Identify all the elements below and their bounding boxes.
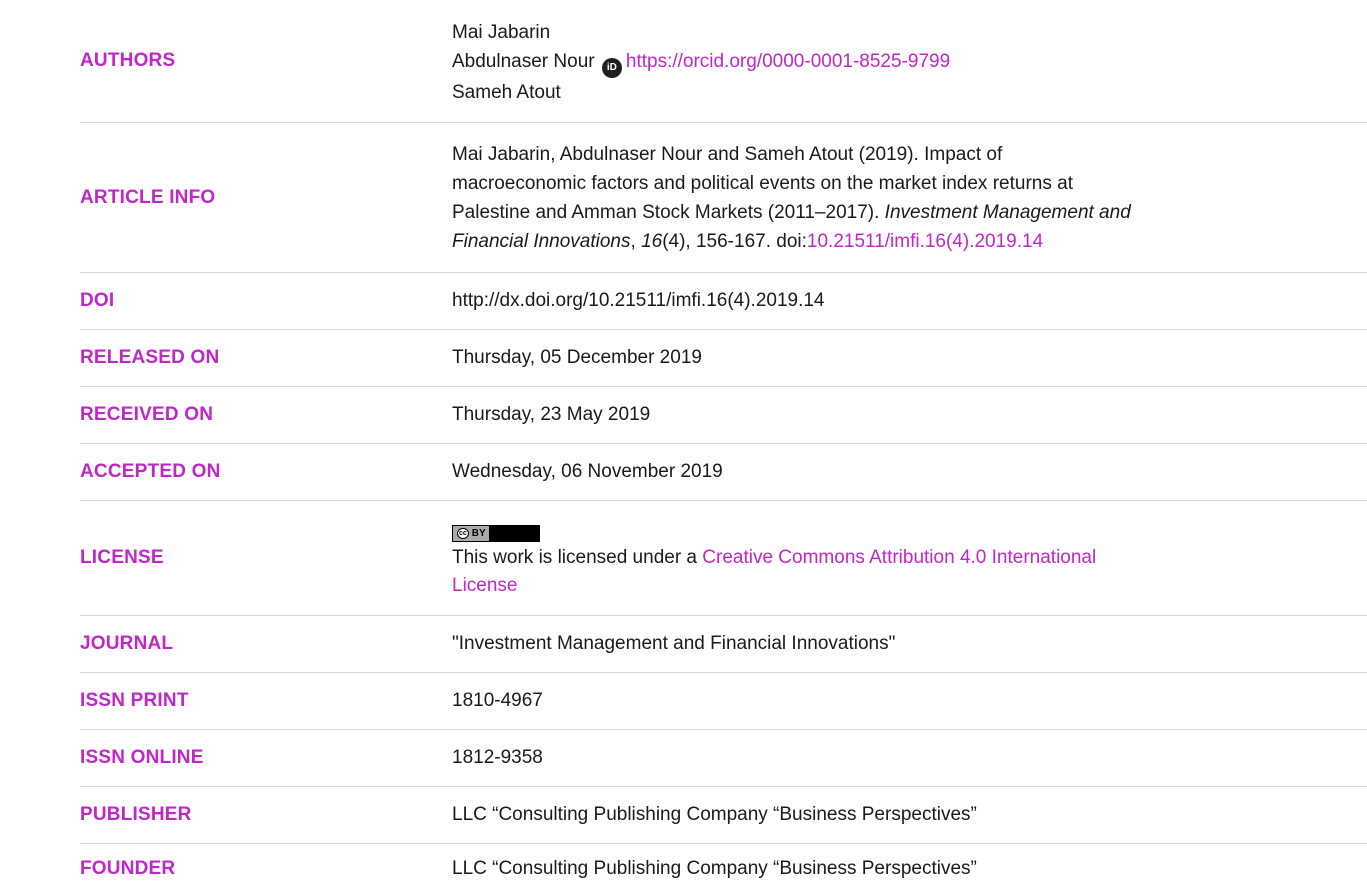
cc-by-badge[interactable]: cc BY (452, 516, 1361, 544)
author-name: Mai Jabarin (452, 21, 551, 43)
released-on-value: Thursday, 05 December 2019 (452, 347, 702, 368)
license-label: LICENSE (80, 547, 164, 568)
author-with-orcid: Abdulnaser Nour iD https://orcid.org/0000… (452, 47, 1361, 78)
founder-value: LLC “Consulting Publishing Company “Busi… (452, 858, 977, 879)
citation-text: Palestine and Amman Stock Markets (2011–… (452, 201, 885, 223)
license-row: LICENSE cc BY This work is licensed under… (80, 501, 1367, 616)
received-on-row: RECEIVED ON Thursday, 23 May 2019 (80, 387, 1367, 444)
doi-value: http://dx.doi.org/10.21511/imfi.16(4).20… (452, 290, 825, 311)
authors-list: Mai Jabarin Abdulnaser Nour iD https://or… (452, 0, 1367, 122)
citation-doi-link[interactable]: 10.21511/imfi.16(4).2019.14 (807, 231, 1043, 252)
doi-row: DOI http://dx.doi.org/10.21511/imfi.16(4… (80, 273, 1367, 330)
received-on-value: Thursday, 23 May 2019 (452, 404, 651, 425)
by-text: BY (471, 528, 486, 539)
author-name: Sameh Atout (452, 81, 561, 103)
cc-icon: cc (457, 528, 469, 539)
issn-online-row: ISSN ONLINE 1812-9358 (80, 730, 1367, 787)
received-on-label: RECEIVED ON (80, 404, 214, 425)
citation-line: Financial Innovations, 16(4), 156-167. d… (452, 227, 1361, 256)
founder-label: FOUNDER (80, 858, 176, 879)
citation-volume: 16 (641, 230, 663, 252)
publisher-value: LLC “Consulting Publishing Company “Busi… (452, 804, 977, 825)
article-info-row: ARTICLE INFO Mai Jabarin, Abdulnaser Nou… (80, 123, 1367, 273)
article-citation: Mai Jabarin, Abdulnaser Nour and Sameh A… (452, 123, 1367, 272)
issn-online-label: ISSN ONLINE (80, 747, 204, 768)
license-text-line: This work is licensed under a Creative C… (452, 544, 1361, 572)
journal-row: JOURNAL "Investment Management and Finan… (80, 616, 1367, 673)
orcid-link[interactable]: https://orcid.org/0000-0001-8525-9799 (626, 51, 950, 72)
accepted-on-value: Wednesday, 06 November 2019 (452, 461, 723, 482)
article-info-label: ARTICLE INFO (80, 186, 216, 208)
citation-text: (4), 156-167. doi: (662, 230, 807, 252)
citation-line: macroeconomic factors and political even… (452, 172, 1073, 194)
citation-journal: Financial Innovations (452, 230, 631, 252)
license-link[interactable]: Creative Commons Attribution 4.0 Interna… (702, 547, 1096, 568)
doi-label: DOI (80, 290, 115, 311)
founder-row: FOUNDER LLC “Consulting Publishing Compa… (80, 844, 1367, 894)
released-on-row: RELEASED ON Thursday, 05 December 2019 (80, 330, 1367, 387)
author-name: Abdulnaser Nour (452, 50, 595, 72)
issn-print-label: ISSN PRINT (80, 690, 189, 711)
journal-value: "Investment Management and Financial Inn… (452, 633, 896, 654)
issn-online-value: 1812-9358 (452, 747, 543, 768)
issn-print-value: 1810-4967 (452, 690, 543, 711)
authors-label: AUTHORS (80, 50, 176, 71)
publisher-label: PUBLISHER (80, 804, 192, 825)
license-text: This work is licensed under a (452, 547, 703, 568)
authors-row: AUTHORS Mai Jabarin Abdulnaser Nour iD ht… (80, 0, 1367, 123)
license-value: cc BY This work is licensed under a Creat… (452, 501, 1367, 615)
article-metadata-table: AUTHORS Mai Jabarin Abdulnaser Nour iD ht… (80, 0, 1367, 894)
citation-line: Palestine and Amman Stock Markets (2011–… (452, 198, 1361, 227)
citation-text: , (630, 230, 642, 252)
license-text-line: License (452, 572, 1361, 600)
citation-line: Mai Jabarin, Abdulnaser Nour and Sameh A… (452, 143, 1003, 165)
accepted-on-label: ACCEPTED ON (80, 461, 221, 482)
publisher-row: PUBLISHER LLC “Consulting Publishing Com… (80, 787, 1367, 844)
issn-print-row: ISSN PRINT 1810-4967 (80, 673, 1367, 730)
orcid-icon[interactable]: iD (601, 57, 622, 78)
citation-journal: Investment Management and (884, 201, 1131, 223)
license-link[interactable]: License (452, 575, 518, 596)
cc-by-logo: cc BY (452, 525, 540, 542)
released-on-label: RELEASED ON (80, 347, 220, 368)
accepted-on-row: ACCEPTED ON Wednesday, 06 November 2019 (80, 444, 1367, 501)
journal-label: JOURNAL (80, 633, 174, 654)
